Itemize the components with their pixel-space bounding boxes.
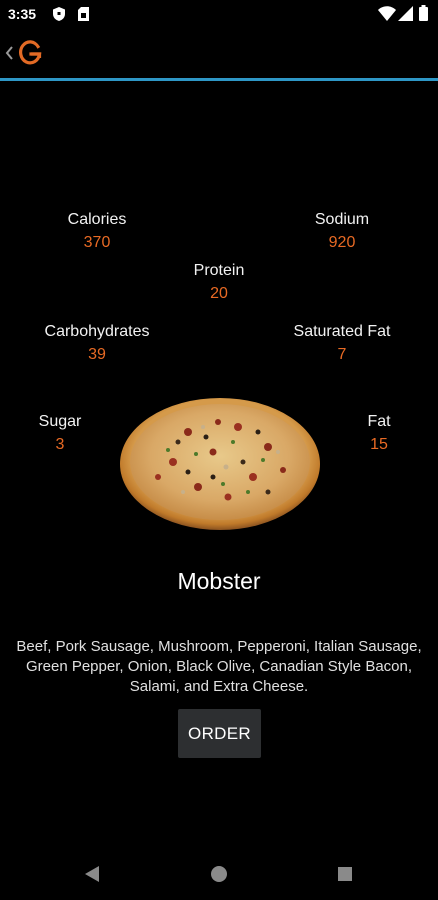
nutrient-saturated-fat: Saturated Fat 7 <box>262 322 422 365</box>
product-description: Beef, Pork Sausage, Mushroom, Pepperoni,… <box>16 638 422 695</box>
app-bar-divider <box>0 78 438 81</box>
nutrient-label: Calories <box>67 211 127 228</box>
g-logo-icon[interactable] <box>18 40 42 66</box>
nutrient-label: Protein <box>193 262 245 279</box>
pizza-image <box>120 398 320 530</box>
nutrient-sugar: Sugar 3 <box>0 412 120 455</box>
nutrient-label: Sodium <box>314 211 370 228</box>
recents-square-icon[interactable] <box>331 860 359 888</box>
nutrient-carbohydrates: Carbohydrates 39 <box>17 322 177 365</box>
nutrient-value: 20 <box>210 285 228 302</box>
nutrient-value: 7 <box>337 346 347 363</box>
wifi-icon <box>378 6 396 21</box>
back-triangle-icon[interactable] <box>79 860 107 888</box>
nutrient-label: Saturated Fat <box>293 323 391 340</box>
battery-icon <box>419 5 428 21</box>
signal-icon <box>398 6 413 21</box>
product-name: Mobster <box>177 568 261 594</box>
app-bar <box>0 28 438 78</box>
nutrient-label: Fat <box>367 413 391 430</box>
nutrient-label: Carbohydrates <box>44 323 150 340</box>
status-time: 3:35 <box>8 6 37 22</box>
nutrient-value: 3 <box>55 436 65 453</box>
nutrient-protein: Protein 20 <box>139 261 299 304</box>
sim-card-icon <box>78 7 89 21</box>
back-arrow-icon[interactable] <box>3 44 15 62</box>
nutrient-value: 920 <box>328 234 356 251</box>
nutrient-value: 15 <box>370 436 388 453</box>
home-circle-icon[interactable] <box>205 860 233 888</box>
shield-icon <box>53 7 65 21</box>
nutrient-calories: Calories 370 <box>17 210 177 253</box>
nutrient-value: 39 <box>88 346 106 363</box>
order-button[interactable]: ORDER <box>178 709 261 758</box>
status-bar: 3:35 <box>0 0 438 28</box>
nutrient-fat: Fat 15 <box>319 412 438 455</box>
nutrient-value: 370 <box>83 234 111 251</box>
nutrient-label: Sugar <box>38 413 82 430</box>
nutrient-sodium: Sodium 920 <box>262 210 422 253</box>
